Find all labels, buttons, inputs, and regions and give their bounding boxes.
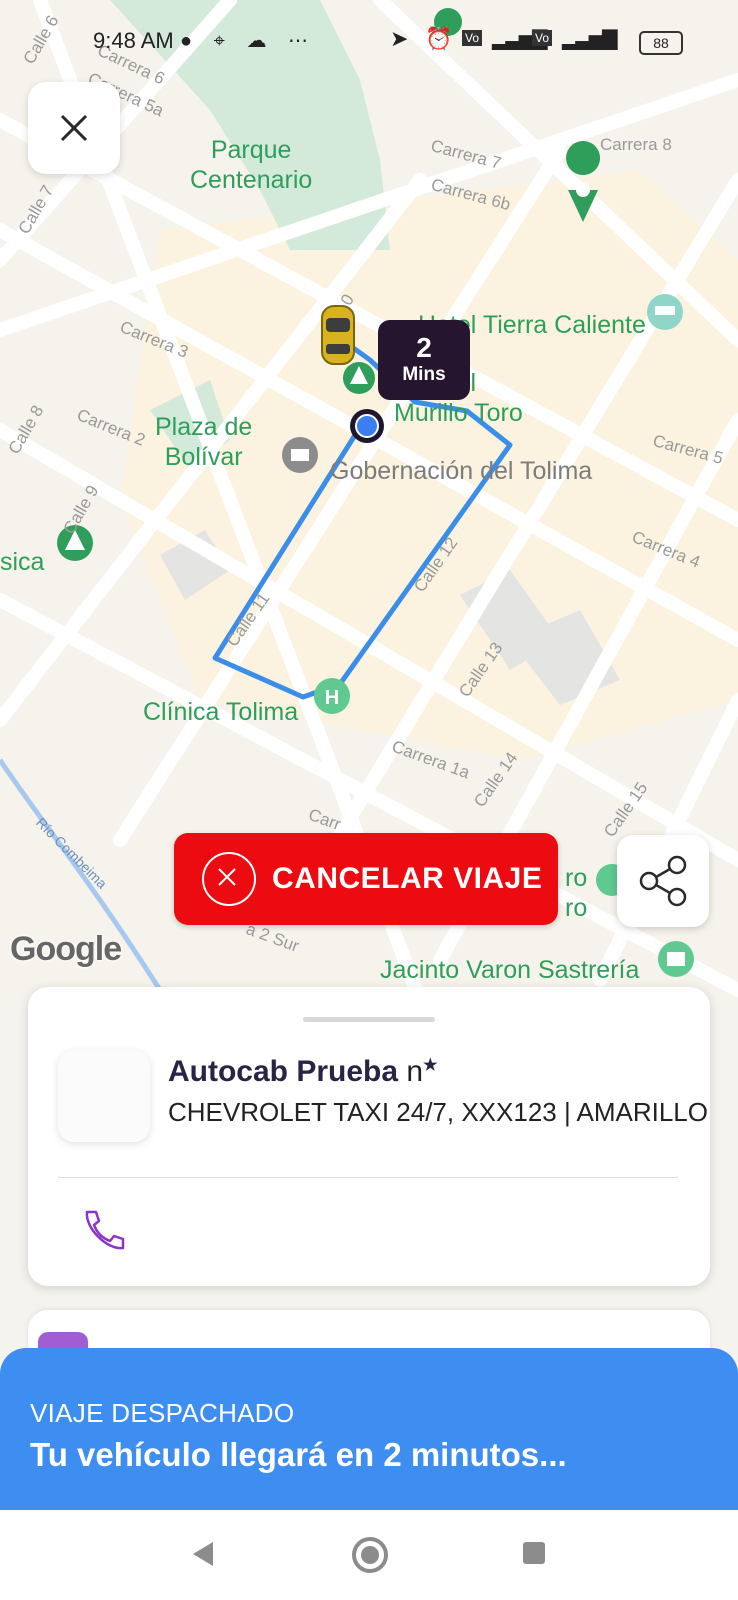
call-driver-button[interactable] <box>76 1201 132 1261</box>
driver-card: Autocab Prueba n★ CHEVROLET TAXI 24/7, X… <box>28 987 710 1286</box>
svg-text:H: H <box>325 687 339 709</box>
street-label: Carrera 8 <box>600 135 672 154</box>
back-icon[interactable] <box>193 1542 213 1566</box>
cancel-trip-label: CANCELAR VIAJE <box>272 862 543 895</box>
drag-handle[interactable] <box>303 1017 435 1022</box>
eta-value: 2 <box>416 332 432 363</box>
dispatch-banner: VIAJE DESPACHADO Tu vehículo llegará en … <box>0 1348 738 1510</box>
cloud-icon: ☁ <box>246 30 267 52</box>
location-pin-icon: ⌖ <box>213 30 225 52</box>
system-nav-bar <box>0 1510 738 1600</box>
recent-apps-icon[interactable] <box>523 1542 545 1564</box>
map-label-jacinto: Jacinto Varon Sastrería <box>380 956 640 984</box>
cancel-trip-button[interactable]: CANCELAR VIAJE <box>174 833 558 925</box>
hotel-icon[interactable] <box>647 294 683 330</box>
alarm-icon: ⏰ <box>425 26 453 51</box>
chat-bubble-icon: ● <box>180 30 193 52</box>
pickup-location-marker <box>350 409 384 443</box>
status-icons-left: ● ⌖ ☁ ⋯ <box>180 28 308 53</box>
cancel-circle-icon <box>202 852 256 906</box>
eta-unit: Mins <box>402 364 446 385</box>
volte-icon: Vo <box>462 30 483 46</box>
share-button[interactable] <box>617 835 709 927</box>
map-label-gobernacion: Gobernación del Tolima <box>330 457 593 485</box>
google-logo: Google <box>10 930 122 968</box>
map-label-clinica: Clínica Tolima <box>143 698 299 726</box>
status-bar: 9:48 AM ● ⌖ ☁ ⋯ ➤ ⏰ Vo ▂▃▅▇ Vo ▂▃▅▇ ◔ 88 <box>0 20 738 66</box>
driver-avatar <box>58 1050 150 1142</box>
volte-icon: Vo <box>532 30 553 46</box>
driver-name-row: Autocab Prueba n★ <box>168 1055 437 1089</box>
phone-icon <box>85 1210 125 1250</box>
taxi-car-icon <box>321 305 355 365</box>
dispatch-status: VIAJE DESPACHADO <box>30 1398 295 1428</box>
map-label-sica: sica <box>0 548 45 576</box>
map-label-parque: Parque Centenario <box>190 136 313 194</box>
battery-indicator: 88 <box>639 31 683 55</box>
star-icon: ★ <box>423 1057 438 1074</box>
map-label-ro: ro <box>565 864 588 892</box>
museum-icon[interactable] <box>282 437 318 473</box>
more-dots-icon: ⋯ <box>288 30 309 52</box>
navigation-arrow-icon: ➤ <box>390 26 409 51</box>
shopping-icon[interactable] <box>658 941 694 977</box>
driver-rating: n <box>406 1055 424 1088</box>
status-time: 9:48 AM <box>93 28 174 53</box>
divider <box>58 1177 678 1178</box>
tree-icon[interactable] <box>343 362 375 394</box>
driver-name: Autocab Prueba <box>168 1055 399 1088</box>
map-label-plaza: Plaza de Bolívar <box>155 413 253 471</box>
wifi-icon: ◔ <box>603 24 617 49</box>
dispatch-message: Tu vehículo llegará en 2 minutos... <box>30 1436 567 1473</box>
close-icon <box>60 114 88 142</box>
home-icon[interactable] <box>352 1537 388 1573</box>
vehicle-info: CHEVROLET TAXI 24/7, XXX123 | AMARILLO <box>168 1097 708 1127</box>
eta-bubble: 2 Mins <box>378 320 470 400</box>
map-label-ro: ro <box>565 894 588 922</box>
hospital-icon[interactable]: H <box>314 678 350 714</box>
share-icon <box>639 855 687 907</box>
close-button[interactable] <box>28 82 120 174</box>
